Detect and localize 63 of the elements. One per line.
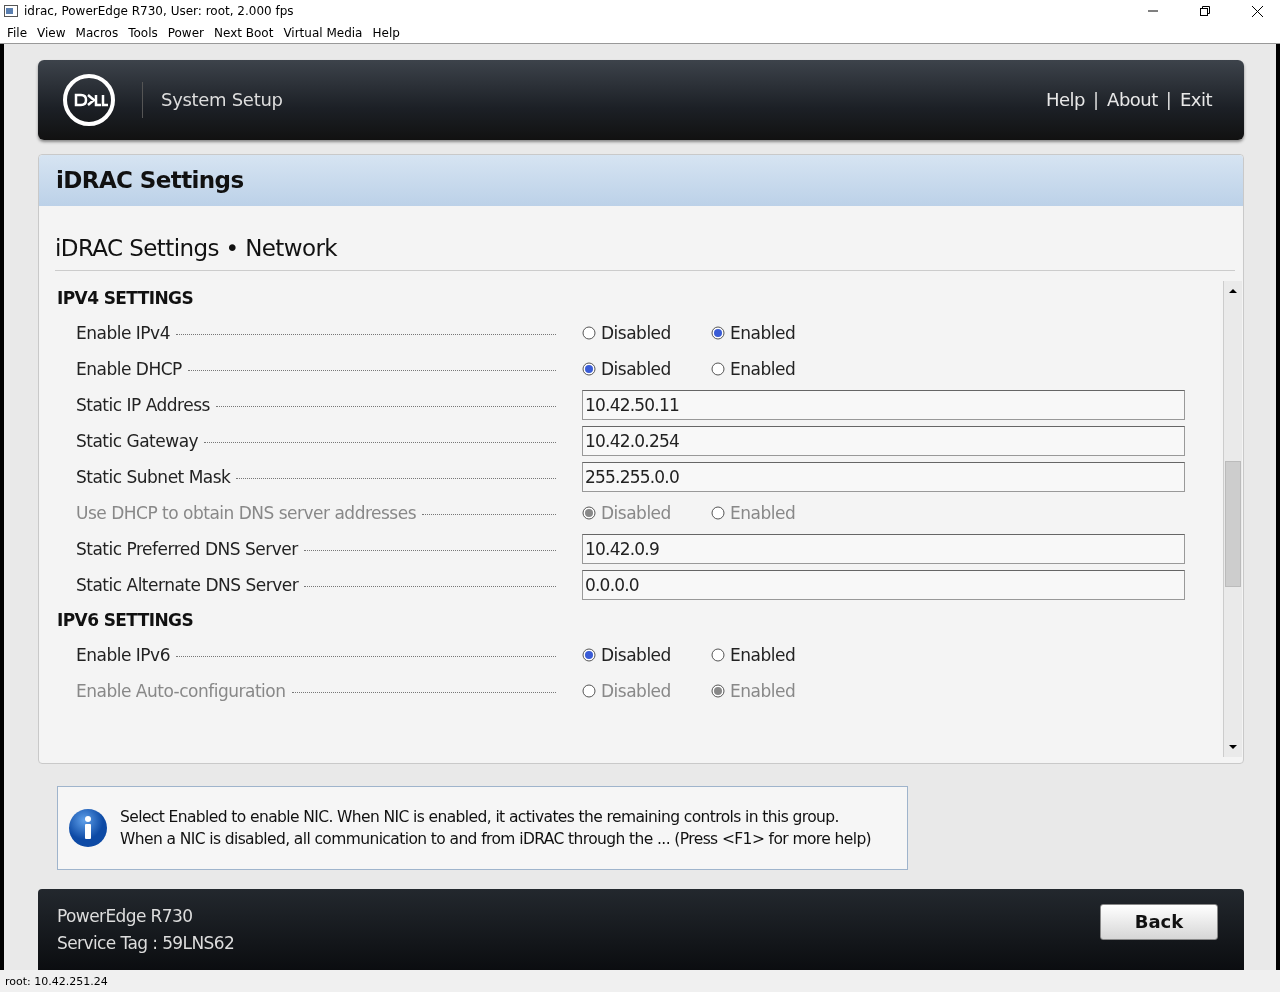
- help-text: Select Enabled to enable NIC. When NIC is enabled, it activates the remaining controls in this group.: [120, 808, 840, 827]
- option-label: Disabled: [601, 322, 671, 343]
- option-label: Disabled: [601, 502, 671, 523]
- option-label: Enabled: [730, 680, 796, 701]
- breadcrumb: iDRAC Settings • Network: [55, 234, 337, 261]
- scrollbar-thumb[interactable]: [1225, 460, 1241, 587]
- separator: |: [1093, 89, 1100, 111]
- setting-label: Enable Auto-configuration: [76, 680, 286, 701]
- setting-label: Use DHCP to obtain DNS server addresses: [76, 502, 417, 523]
- scroll-down-icon[interactable]: [1228, 743, 1238, 752]
- setting-label: Enable DHCP: [76, 358, 182, 379]
- option-label: Enabled: [730, 502, 796, 523]
- logo-icon: [62, 72, 116, 127]
- input-field[interactable]: 255.255.0.0: [582, 461, 1185, 492]
- section-title: IPV4 SETTINGS: [57, 287, 194, 308]
- setting-label: Static Subnet Mask: [76, 466, 231, 487]
- menu-item[interactable]: Next Boot: [213, 25, 281, 40]
- setting-label: Static Gateway: [76, 430, 199, 451]
- setting-label: Static IP Address: [76, 394, 210, 415]
- menu-item[interactable]: Virtual Media: [282, 25, 370, 40]
- app-title: System Setup: [161, 89, 284, 111]
- radio-button[interactable]: [711, 361, 725, 376]
- section-title: IPV6 SETTINGS: [57, 609, 194, 630]
- setting-label: Static Alternate DNS Server: [76, 574, 299, 595]
- menu-item[interactable]: View: [36, 25, 73, 40]
- radio-button[interactable]: [711, 647, 725, 662]
- option-label: Disabled: [601, 680, 671, 701]
- separator: |: [1165, 89, 1172, 111]
- header-link[interactable]: About: [1107, 89, 1158, 111]
- menu-item[interactable]: Macros: [74, 25, 126, 40]
- header-link[interactable]: Exit: [1179, 89, 1212, 111]
- input-field[interactable]: 0.0.0.0: [582, 569, 1185, 600]
- input-field[interactable]: 10.42.0.254: [582, 425, 1185, 456]
- window-title: idrac, PowerEdge R730, User: root, 2.000 fps: [24, 4, 295, 18]
- scrollbar[interactable]: [1223, 280, 1242, 758]
- option-label: Disabled: [601, 358, 671, 379]
- option-label: Enabled: [730, 644, 796, 665]
- status-text: root: 10.42.251.24: [5, 974, 108, 988]
- model-name: PowerEdge R730: [57, 906, 194, 927]
- option-label: Disabled: [601, 644, 671, 665]
- radio-button[interactable]: [582, 361, 596, 376]
- input-field[interactable]: 10.42.50.11: [582, 389, 1185, 420]
- setting-label: Static Preferred DNS Server: [76, 538, 298, 559]
- option-label: Enabled: [730, 358, 796, 379]
- radio-button[interactable]: [582, 325, 596, 340]
- menu-item[interactable]: File: [6, 25, 35, 40]
- header-link[interactable]: Help: [1046, 89, 1086, 111]
- help-text: When a NIC is disabled, all communication to and from iDRAC through the ... (Press <F1> for more help): [120, 830, 872, 849]
- radio-button[interactable]: [582, 647, 596, 662]
- input-field[interactable]: 10.42.0.9: [582, 533, 1185, 564]
- menu-item[interactable]: Power: [166, 25, 211, 40]
- menu-item[interactable]: Tools: [127, 25, 165, 40]
- radio-button[interactable]: [711, 325, 725, 340]
- page-title: iDRAC Settings: [39, 154, 1243, 206]
- service-tag: Service Tag : 59LNS62: [57, 933, 1100, 954]
- back-button[interactable]: Back: [1100, 903, 1218, 940]
- scroll-up-icon[interactable]: [1228, 286, 1238, 295]
- setting-label: Enable IPv4: [76, 322, 170, 343]
- info-icon: [68, 808, 108, 849]
- option-label: Enabled: [730, 322, 796, 343]
- app-icon: [4, 5, 18, 17]
- menu-item[interactable]: Help: [371, 25, 407, 40]
- setting-label: Enable IPv6: [76, 644, 170, 665]
